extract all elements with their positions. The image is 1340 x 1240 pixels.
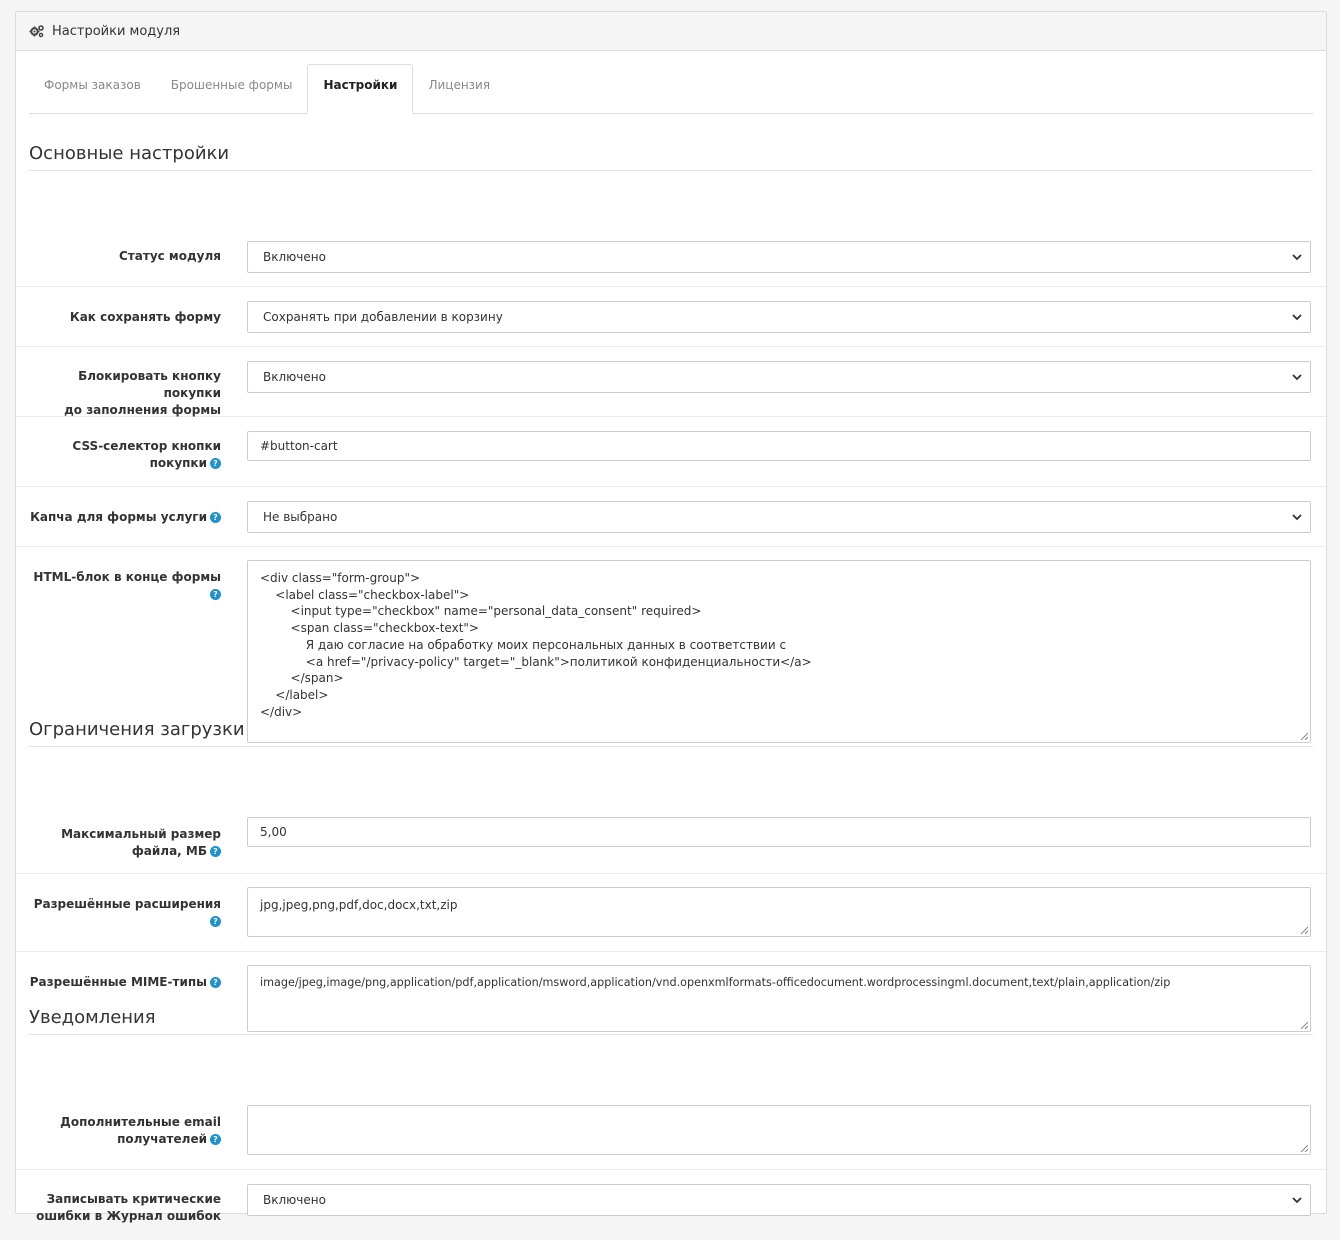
captcha-label-text: Капча для формы услуги <box>30 510 207 524</box>
section-title-basic: Основные настройки <box>29 143 1313 171</box>
max-size-label-line2: файла, МБ <box>131 844 207 858</box>
html-block-textarea[interactable]: <div class="form-group"> <label class="c… <box>247 560 1311 743</box>
chevron-down-icon <box>1292 514 1302 521</box>
extensions-label: Разрешённые расширения? <box>29 896 221 930</box>
block-button-value: Включено <box>263 370 326 384</box>
chevron-down-icon <box>1292 1197 1302 1204</box>
extensions-textarea[interactable]: jpg,jpeg,png,pdf,doc,docx,txt,zip <box>247 887 1311 937</box>
max-size-label-line1: Максимальный размер <box>61 827 221 841</box>
log-errors-label: Записывать критические ошибки в Журнал о… <box>29 1191 221 1225</box>
help-icon[interactable]: ? <box>210 589 221 600</box>
help-icon[interactable]: ? <box>210 846 221 857</box>
help-icon[interactable]: ? <box>210 512 221 523</box>
save-mode-select[interactable]: Сохранять при добавлении в корзину <box>247 301 1311 333</box>
captcha-value: Не выбрано <box>263 510 338 524</box>
row-captcha: Капча для формы услуги? Не выбрано <box>16 487 1326 547</box>
status-label: Статус модуля <box>119 249 221 263</box>
captcha-label: Капча для формы услуги? <box>29 509 221 526</box>
row-html-block: HTML-блок в конце формы? <div class="for… <box>16 547 1326 745</box>
log-errors-label-line1: Записывать критические <box>46 1192 221 1206</box>
tab-order-forms[interactable]: Формы заказов <box>29 65 156 113</box>
css-selector-label-line1: CSS-селектор кнопки <box>72 439 221 453</box>
row-css-selector: CSS-селектор кнопки покупки? #button-car… <box>16 417 1326 487</box>
gears-icon <box>29 23 45 39</box>
row-status: Статус модуля Включено <box>16 185 1326 287</box>
tab-settings[interactable]: Настройки <box>307 64 414 114</box>
mime-label: Разрешённые MIME-типы? <box>29 974 221 991</box>
css-selector-label-line2: покупки <box>149 456 207 470</box>
emails-label: Дополнительные email получателей? <box>29 1114 221 1148</box>
save-mode-value: Сохранять при добавлении в корзину <box>263 310 503 324</box>
section-title-notify: Уведомления <box>29 1007 1313 1035</box>
section-title-upload: Ограничения загрузки <box>29 719 1313 747</box>
tab-abandoned-forms[interactable]: Брошенные формы <box>156 65 308 113</box>
emails-label-line1: Дополнительные email <box>60 1115 221 1129</box>
row-max-size: Максимальный размер файла, МБ? 5,00 <box>16 761 1326 874</box>
mime-label-text: Разрешённые MIME-типы <box>29 975 207 989</box>
status-value: Включено <box>263 250 326 264</box>
html-block-label: HTML-блок в конце формы? <box>29 569 221 603</box>
chevron-down-icon <box>1292 314 1302 321</box>
row-emails: Дополнительные email получателей? <box>16 1049 1326 1170</box>
html-block-label-text: HTML-блок в конце формы <box>33 570 221 584</box>
log-errors-select[interactable]: Включено <box>247 1184 1311 1216</box>
panel-title: Настройки модуля <box>52 23 181 39</box>
row-extensions: Разрешённые расширения? jpg,jpeg,png,pdf… <box>16 874 1326 952</box>
log-errors-label-line2: ошибки в Журнал ошибок <box>36 1209 221 1223</box>
tab-license[interactable]: Лицензия <box>413 65 505 113</box>
settings-panel: Настройки модуля Формы заказов Брошенные… <box>15 11 1327 1223</box>
block-button-select[interactable]: Включено <box>247 361 1311 393</box>
log-errors-value: Включено <box>263 1193 326 1207</box>
save-mode-label: Как сохранять форму <box>69 310 221 324</box>
chevron-down-icon <box>1292 374 1302 381</box>
extensions-label-text: Разрешённые расширения <box>33 897 221 911</box>
help-icon[interactable]: ? <box>210 458 221 469</box>
help-icon[interactable]: ? <box>210 916 221 927</box>
css-selector-label: CSS-селектор кнопки покупки? <box>29 438 221 472</box>
captcha-select[interactable]: Не выбрано <box>247 501 1311 533</box>
row-block-button: Блокировать кнопку покупки до заполнения… <box>16 347 1326 417</box>
max-size-label: Максимальный размер файла, МБ? <box>29 826 221 860</box>
block-button-label-line1: Блокировать кнопку покупки <box>78 369 221 400</box>
row-log-errors: Записывать критические ошибки в Журнал о… <box>16 1170 1326 1240</box>
css-selector-input[interactable]: #button-cart <box>247 431 1311 461</box>
panel-heading: Настройки модуля <box>16 12 1326 51</box>
emails-textarea[interactable] <box>247 1105 1311 1155</box>
tab-bar: Формы заказов Брошенные формы Настройки … <box>29 64 1313 114</box>
status-select[interactable]: Включено <box>247 241 1311 273</box>
help-icon[interactable]: ? <box>210 977 221 988</box>
chevron-down-icon <box>1292 254 1302 261</box>
help-icon[interactable]: ? <box>210 1134 221 1145</box>
resize-grip-icon[interactable] <box>1300 926 1308 934</box>
max-size-input[interactable]: 5,00 <box>247 817 1311 847</box>
row-save-mode: Как сохранять форму Сохранять при добавл… <box>16 287 1326 347</box>
block-button-label: Блокировать кнопку покупки до заполнения… <box>29 368 221 419</box>
resize-grip-icon[interactable] <box>1300 1144 1308 1152</box>
emails-label-line2: получателей <box>117 1132 207 1146</box>
